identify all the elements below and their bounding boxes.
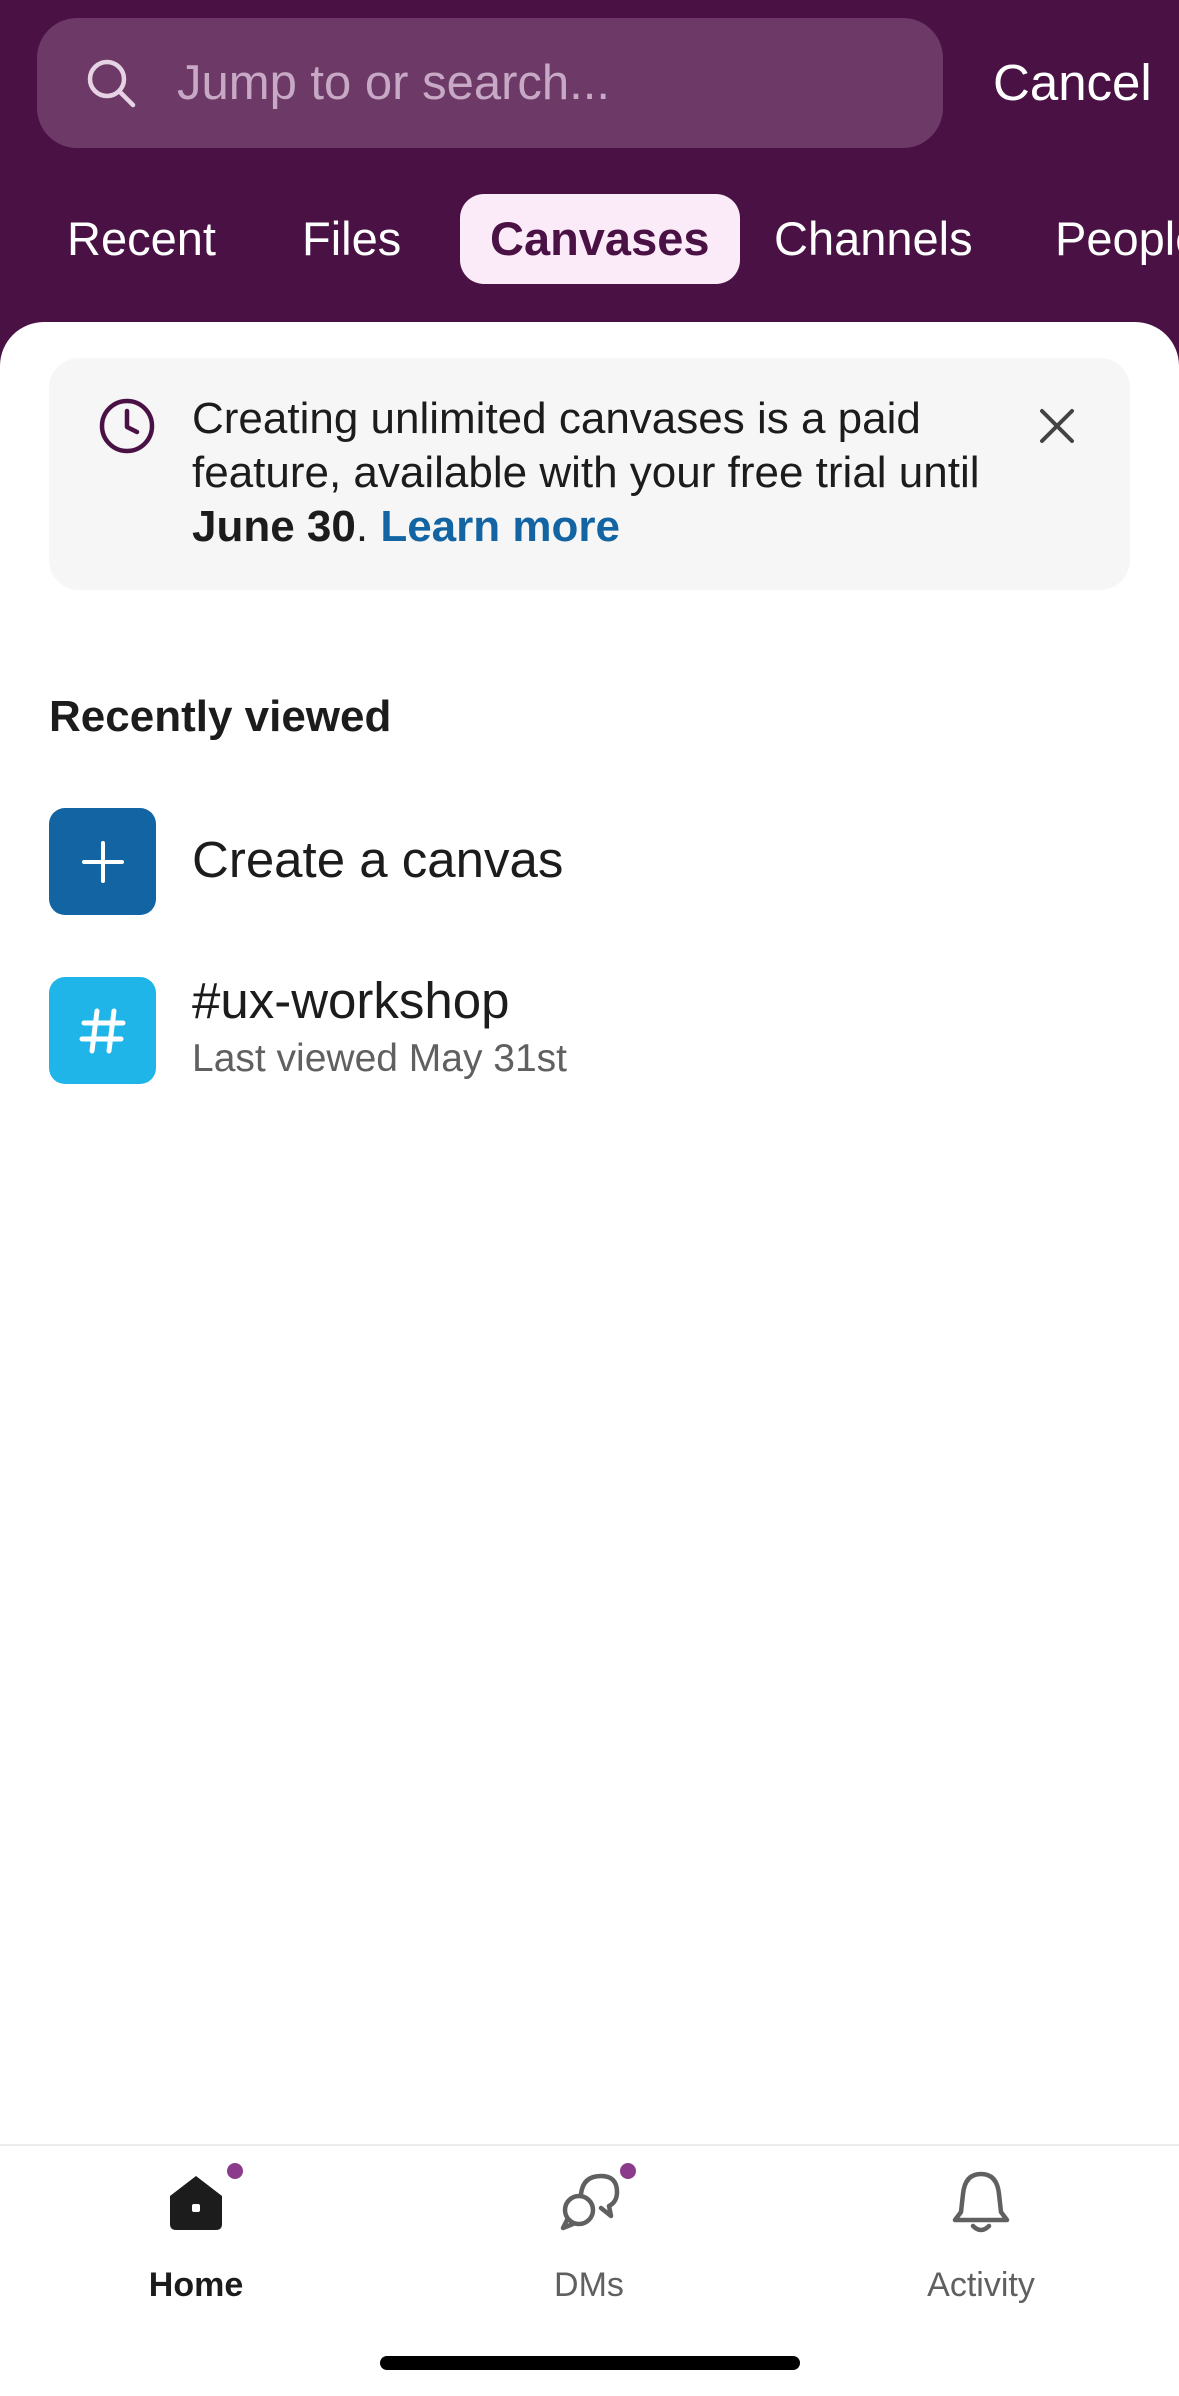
- banner-date: June 30: [192, 502, 356, 551]
- tab-canvases[interactable]: Canvases: [460, 194, 740, 284]
- section-title-recently-viewed: Recently viewed: [49, 692, 392, 741]
- bell-icon: [952, 2171, 1010, 2233]
- plus-icon: [49, 808, 156, 915]
- tab-recent[interactable]: Recent: [67, 194, 216, 284]
- dms-icon: [560, 2173, 620, 2231]
- tab-files[interactable]: Files: [302, 194, 401, 284]
- canvas-item-ux-workshop[interactable]: #ux-workshop Last viewed May 31st: [49, 972, 1129, 1087]
- tabbar-dms-label: DMs: [554, 2266, 624, 2304]
- search-bar[interactable]: [37, 18, 943, 148]
- tabbar-activity-label: Activity: [927, 2266, 1035, 2304]
- create-canvas-item[interactable]: Create a canvas: [49, 808, 1129, 918]
- clock-icon: [99, 398, 155, 454]
- home-indicator: [380, 2356, 800, 2370]
- dms-badge: [617, 2160, 639, 2182]
- search-icon: [87, 59, 136, 108]
- search-input[interactable]: [177, 18, 917, 148]
- canvas-title: #ux-workshop: [192, 972, 510, 1029]
- content-sheet: Creating unlimited canvases is a paid fe…: [0, 322, 1179, 2396]
- tab-channels[interactable]: Channels: [774, 194, 973, 284]
- create-canvas-label: Create a canvas: [192, 831, 564, 888]
- tabbar-home-label: Home: [148, 2266, 244, 2304]
- close-icon[interactable]: [1029, 398, 1085, 454]
- tabbar-activity[interactable]: Activity: [881, 2166, 1081, 2304]
- top-header: Cancel Recent Files Canvases Channels Pe…: [0, 0, 1179, 340]
- tabbar-dms[interactable]: DMs: [489, 2160, 689, 2304]
- home-badge: [224, 2160, 246, 2182]
- trial-banner: Creating unlimited canvases is a paid fe…: [49, 358, 1130, 590]
- cancel-button[interactable]: Cancel: [993, 48, 1152, 118]
- canvas-last-viewed: Last viewed May 31st: [192, 1037, 568, 1080]
- banner-text-end: .: [355, 502, 381, 551]
- tabbar-home[interactable]: Home: [96, 2160, 296, 2304]
- learn-more-link[interactable]: Learn more: [380, 502, 620, 551]
- banner-message: Creating unlimited canvases is a paid fe…: [192, 392, 1012, 554]
- tab-bar: Recent Files Canvases Channels People: [0, 194, 1179, 284]
- tab-people[interactable]: People: [1055, 194, 1179, 284]
- hash-icon: [49, 977, 156, 1084]
- banner-text-start: Creating unlimited canvases is a paid fe…: [192, 394, 980, 497]
- home-icon: [170, 2176, 222, 2230]
